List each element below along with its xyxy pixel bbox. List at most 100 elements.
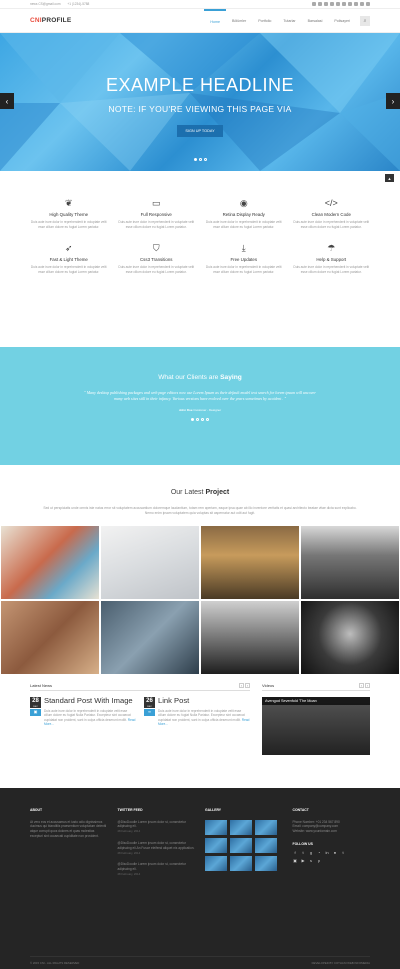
gallery-thumb[interactable] — [230, 837, 252, 853]
news-next-button[interactable]: › — [245, 682, 250, 688]
gallery-thumb[interactable] — [205, 855, 227, 871]
gallery-thumb[interactable] — [255, 819, 277, 835]
topbar-email[interactable]: news CS@gmail.com — [30, 2, 61, 6]
chevron-up-icon: ▲ — [387, 175, 392, 181]
footer-bottom: © 2015 CNI - ALL RIGHTS RESERVED DEVELOPE… — [30, 955, 370, 965]
facebook-icon[interactable] — [312, 1, 316, 6]
footer: ABOUT At vero eos et accusamus et iusto o… — [0, 787, 400, 969]
gallery-thumb[interactable] — [205, 837, 227, 853]
eye-icon: ◉ — [239, 198, 248, 208]
rss-icon[interactable] — [330, 1, 334, 6]
feature-item: ➶ Fast & Light Theme Duis aute irure dolor… — [30, 243, 107, 274]
video-player[interactable]: Avengod Sevenfold 'The Moan — [262, 696, 370, 755]
project-thumb[interactable] — [300, 599, 400, 675]
post-date: 26 DEC ∞ — [144, 696, 155, 727]
project-section: Our Latest Project Sed ut perspiciatis u… — [0, 465, 400, 675]
testimonial-quote: " Many desktop publishing packages and w… — [84, 390, 316, 401]
footer-twitter: TWITTER FEED @DiscDoodle Lorem ipsum dol… — [117, 807, 195, 876]
video-next-button[interactable]: › — [365, 682, 370, 688]
project-grid — [0, 524, 400, 675]
tumblr-icon[interactable] — [354, 1, 358, 6]
project-thumb[interactable] — [0, 524, 100, 600]
menu-item-2[interactable]: Bölümler — [226, 9, 252, 33]
project-description: Sed ut perspiciatis unde omnis iste natu… — [43, 506, 357, 515]
flickr-icon[interactable]: ● — [333, 850, 338, 855]
pinterest-icon[interactable]: p — [317, 858, 322, 863]
slider-dot[interactable] — [198, 158, 202, 161]
hero-subheadline: NOTE: IF YOU'RE VIEWING THIS PAGE VIA — [108, 104, 292, 114]
video-title: Avengod Sevenfold 'The Moan — [262, 696, 370, 705]
site-logo[interactable]: CNIPROFILE — [30, 17, 71, 24]
topbar-phone: +1 (1234)-5788 — [67, 2, 90, 6]
footer-social: f t g ◔ in ● t ▣ ▶ s p — [293, 850, 353, 863]
gallery-thumb[interactable] — [255, 837, 277, 853]
instagram-icon[interactable]: ▣ — [293, 858, 298, 863]
testimonial-dot[interactable] — [206, 418, 209, 421]
feature-item: ❦ High Quality Theme Duis aute irure dolor… — [30, 198, 107, 229]
project-thumb[interactable] — [100, 524, 200, 600]
project-thumb[interactable] — [300, 524, 400, 600]
signup-button[interactable]: SIGN UP TODAY — [177, 125, 223, 137]
footer-gallery: GALLERY — [205, 808, 283, 884]
scroll-up-button[interactable]: ▲ — [385, 174, 394, 182]
project-thumb[interactable] — [200, 524, 300, 600]
slider-prev-button[interactable]: ‹ — [0, 93, 14, 109]
feature-item: ⤓ Free Updates Duis aute irure dolor in re… — [205, 243, 282, 274]
feature-item: ☂ Help & Support Duis aute irure dolor in … — [293, 243, 370, 274]
menu-item-4[interactable]: Tutarlar — [277, 9, 301, 33]
google-plus-icon[interactable] — [324, 1, 328, 6]
youtube-icon[interactable] — [342, 1, 346, 6]
footer-contact: CONTACT Phone Number: +01 234 567 890 Ema… — [293, 808, 371, 884]
css3-icon: ⛉ — [152, 243, 160, 254]
facebook-icon[interactable]: f — [293, 850, 298, 855]
gallery-thumb[interactable] — [205, 819, 227, 835]
testimonial-dot[interactable] — [196, 418, 199, 421]
linkedin-icon[interactable]: in — [325, 850, 330, 855]
project-thumb[interactable] — [0, 599, 100, 675]
testimonial-author: John Doe Customer - Designer — [178, 408, 222, 412]
menu-item-6[interactable]: Polisayeri — [328, 9, 356, 33]
slider-dot[interactable] — [193, 158, 197, 161]
twitter-icon[interactable]: t — [301, 850, 306, 855]
gallery-thumb[interactable] — [255, 855, 277, 871]
news-post: 28 DEC ▣ Standard Post With Image Duis aute… — [30, 696, 136, 727]
post-title[interactable]: Standard Post With Image — [44, 696, 136, 705]
gallery-thumb[interactable] — [230, 855, 252, 871]
search-button[interactable]: ⌕ — [360, 15, 370, 26]
feature-item: </> Clean Modern Code Duis aute irure dolo… — [293, 198, 370, 229]
testimonial-dot[interactable] — [201, 418, 204, 421]
tweet: @DiscDoodle Lorem ipsum dolor st, consec… — [117, 862, 186, 876]
menu-item-3[interactable]: Portfolio — [252, 9, 277, 33]
instagram-icon[interactable] — [360, 1, 364, 6]
testimonials-heading: What our Clients are Saying — [158, 374, 242, 381]
feature-item: ▭ Full Responsive Duis aute irure dolor in… — [118, 198, 195, 229]
skype-icon[interactable] — [348, 1, 352, 6]
project-thumb[interactable] — [100, 599, 200, 675]
project-thumb[interactable] — [200, 599, 300, 675]
testimonial-dot[interactable] — [191, 418, 194, 421]
tumblr-icon[interactable]: t — [341, 850, 346, 855]
umbrella-icon: ☂ — [327, 243, 336, 254]
footer-about: ABOUT At vero eos et accusamus et iusto o… — [30, 807, 107, 838]
linkedin-icon[interactable] — [336, 1, 340, 6]
twitter-icon[interactable] — [318, 1, 322, 6]
slider-dots — [0, 158, 400, 161]
skype-icon[interactable]: s — [309, 858, 314, 863]
video-prev-button[interactable]: ‹ — [359, 682, 364, 688]
youtube-icon[interactable]: ▶ — [301, 858, 306, 863]
menu-item-home[interactable]: Home — [204, 8, 226, 33]
gallery-thumb[interactable] — [230, 819, 252, 835]
search-icon: ⌕ — [363, 17, 367, 24]
post-title[interactable]: Link Post — [158, 696, 250, 705]
slider-dot[interactable] — [203, 158, 207, 161]
rss-icon[interactable]: ◔ — [317, 850, 322, 855]
slider-next-button[interactable]: › — [386, 93, 400, 109]
menu-item-5[interactable]: Barsalasi — [302, 9, 329, 33]
testimonials-section: What our Clients are Saying " Many deskt… — [0, 347, 400, 465]
latest-news-header: Latest News ‹ › — [30, 682, 250, 691]
image-icon: ▣ — [30, 708, 41, 716]
news-prev-button[interactable]: ‹ — [239, 682, 244, 688]
google-plus-icon[interactable]: g — [309, 850, 314, 855]
developer-credit[interactable]: DEVELOPED BY COTHANI WEB INFOMEDIA — [312, 961, 370, 965]
flickr-icon[interactable] — [366, 1, 370, 6]
